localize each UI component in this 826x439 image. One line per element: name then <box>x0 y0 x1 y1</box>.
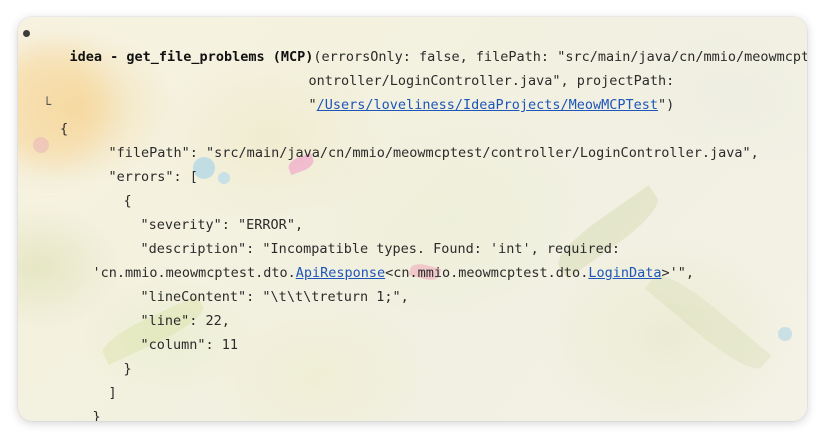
tool-args-continuation: ontroller/LoginController.java", project… <box>276 45 675 89</box>
quote-close-text: ") <box>658 97 675 113</box>
json-line-error-open: { <box>91 165 132 209</box>
json-line-close-brace: } <box>60 381 101 421</box>
error-close-brace: } <box>123 361 132 377</box>
json-line-severity: "severity": "ERROR", <box>108 189 304 233</box>
json-line-errors-close: ] <box>76 357 117 401</box>
json-line-line-number: "line": 22, <box>108 285 230 329</box>
tree-connector-icon: └ <box>43 97 52 113</box>
json-line-column: "column": 11 <box>108 309 239 353</box>
tool-call-header: idea - get_file_problems (MCP)(errorsOnl… <box>18 21 807 65</box>
json-line-error-close: } <box>91 333 132 377</box>
login-data-link[interactable]: LoginData <box>588 265 661 281</box>
description-suffix-text: >'", <box>661 265 694 281</box>
status-dot-icon <box>23 30 30 37</box>
json-line-description-cont: 'cn.mmio.meowmcptest.dto.ApiResponse<cn.… <box>60 237 694 281</box>
close-brace: } <box>92 409 101 421</box>
result-open-brace: └{ <box>18 93 68 137</box>
quote-text: " <box>308 97 317 113</box>
tool-args-project-path: "/Users/loveliness/IdeaProjects/MeowMCPT… <box>276 69 675 113</box>
json-line-linecontent: "lineContent": "\t\t\treturn 1;", <box>108 261 409 305</box>
json-line-errors: "errors": [ <box>76 141 198 185</box>
tool-output-panel: idea - get_file_problems (MCP)(errorsOnl… <box>18 17 807 421</box>
background-art-bubble <box>218 172 230 184</box>
column-text: "column": 11 <box>140 337 239 353</box>
open-brace: { <box>60 121 69 137</box>
json-line-description: "description": "Incompatible types. Foun… <box>108 213 621 257</box>
json-line-filepath: "filePath": "src/main/java/cn/mmio/meowm… <box>76 117 759 161</box>
description-mid-text: <cn.mmio.meowmcptest.dto. <box>385 265 589 281</box>
errors-close-bracket: ] <box>108 385 117 401</box>
project-path-link[interactable]: /Users/loveliness/IdeaProjects/MeowMCPTe… <box>317 97 658 113</box>
background-art-bubble <box>778 327 792 341</box>
filepath-text: "filePath": "src/main/java/cn/mmio/meowm… <box>108 145 759 161</box>
